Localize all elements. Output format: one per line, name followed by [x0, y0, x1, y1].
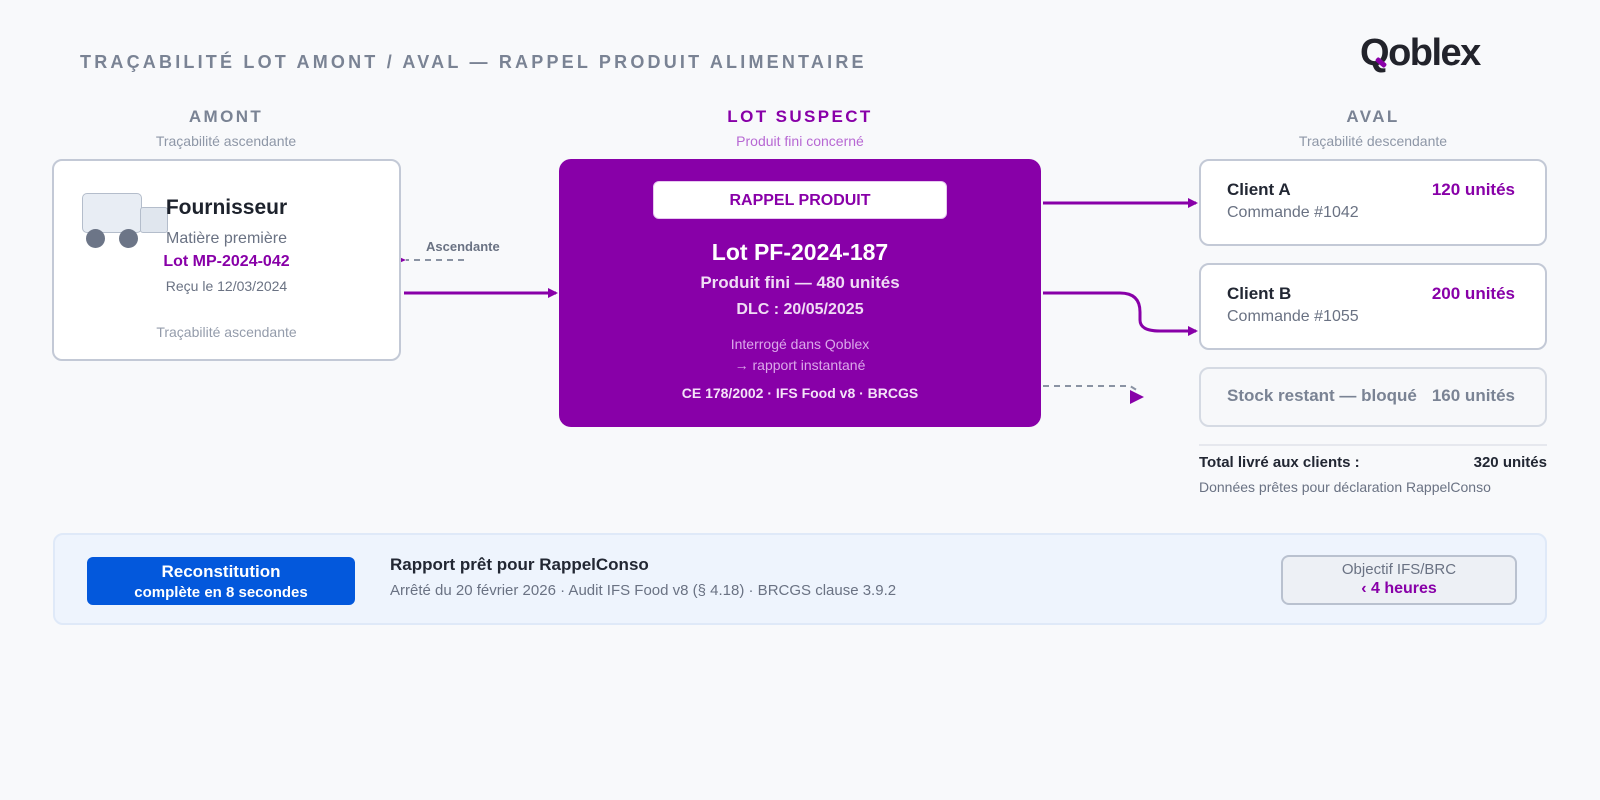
client-a-name: Client A	[1227, 180, 1291, 199]
reconstitution-button[interactable]: Reconstitution complète en 8 secondes	[87, 557, 355, 605]
total-note: Données prêtes pour déclaration RappelCo…	[1199, 479, 1491, 495]
report-banner: Reconstitution complète en 8 secondes Ra…	[53, 533, 1547, 625]
banner-title: Rapport prêt pour RappelConso	[390, 555, 649, 574]
client-b-order: Commande #1055	[1227, 308, 1359, 325]
client-b-qty: 200 unités	[1431, 284, 1515, 303]
stock-arrowhead	[1130, 390, 1144, 404]
client-a-card[interactable]: Client A Commande #1042 120 unités	[1199, 159, 1547, 246]
suspect-lot-card[interactable]: RAPPEL PRODUIT Lot PF-2024-187 Produit f…	[559, 159, 1041, 427]
supplier-lot: Lot MP-2024-042	[163, 253, 290, 270]
suspect-product: Produit fini — 480 unités	[700, 273, 900, 292]
ascendante-label: Ascendante	[426, 239, 500, 254]
supplier-material: Matière première	[166, 230, 287, 247]
client-b-card[interactable]: Client B Commande #1055 200 unités	[1199, 263, 1547, 350]
total-value: 320 unités	[1473, 454, 1547, 471]
reconstitution-line-2: complète en 8 secondes	[134, 584, 308, 601]
client-b-name: Client B	[1227, 284, 1292, 303]
stock-label: Stock restant — bloqué	[1227, 386, 1417, 405]
suspect-lot-number: Lot PF-2024-187	[711, 239, 889, 265]
objective-button[interactable]: Objectif IFS/BRC ‹ 4 heures	[1281, 555, 1517, 605]
recall-badge: RAPPEL PRODUIT	[653, 181, 947, 219]
standards-line: CE 178/2002 · IFS Food v8 · BRCGS	[681, 385, 919, 401]
stock-qty: 160 unités	[1431, 386, 1515, 405]
total-label: Total livré aux clients :	[1199, 454, 1360, 471]
objective-line-1: Objectif IFS/BRC	[1341, 561, 1457, 578]
lot-to-client-b-arrow	[1043, 291, 1198, 336]
supplier-card[interactable]: Fournisseur Matière première Lot MP-2024…	[52, 159, 401, 361]
supplier-received-date: Reçu le 12/03/2024	[165, 278, 288, 294]
supplier-title: Fournisseur	[165, 196, 288, 219]
banner-details: Arrêté du 20 février 2026 · Audit IFS Fo…	[390, 582, 897, 599]
reconstitution-line-1: Reconstitution	[161, 562, 281, 581]
objective-line-2: ‹ 4 heures	[1361, 580, 1437, 597]
client-a-order: Commande #1042	[1227, 204, 1359, 221]
supplier-footer: Traçabilité ascendante	[156, 324, 297, 340]
suspect-dlc: DLC : 20/05/2025	[736, 301, 864, 318]
lot-to-stock-dashed-line	[1043, 385, 1141, 393]
client-a-qty: 120 unités	[1431, 180, 1515, 199]
query-line-2: → rapport instantané	[734, 357, 866, 373]
blocked-stock-card[interactable]: Stock restant — bloqué 160 unités	[1199, 367, 1547, 427]
query-line-1: Interrogé dans Qoblex	[730, 336, 870, 352]
